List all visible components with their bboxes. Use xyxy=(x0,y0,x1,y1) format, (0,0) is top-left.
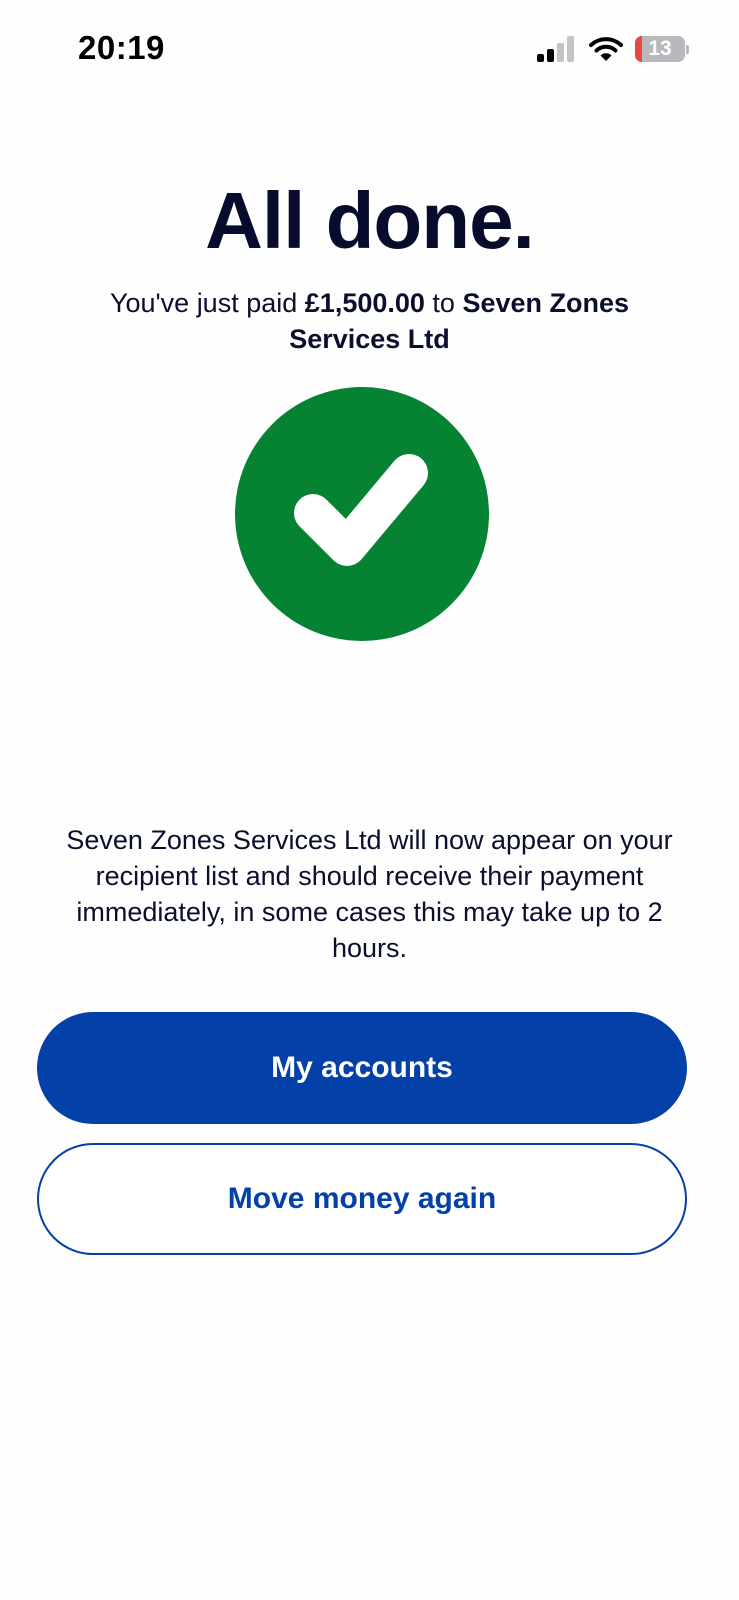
cellular-signal-icon xyxy=(537,36,574,62)
check-icon xyxy=(294,454,428,566)
paid-prefix: You've just paid xyxy=(109,288,298,318)
status-bar: 20:19 13 xyxy=(0,0,739,100)
wifi-icon xyxy=(589,37,623,61)
payment-confirmation-screen: 20:19 13 All done. You've just paid £1,5… xyxy=(0,0,739,1600)
status-icons: 13 xyxy=(537,34,689,64)
status-time: 20:19 xyxy=(78,29,165,66)
move-money-again-button[interactable]: Move money again xyxy=(37,1143,687,1255)
battery-icon: 13 xyxy=(635,35,689,63)
success-badge xyxy=(235,387,489,641)
payment-summary: You've just paid £1,500.00 to Seven Zone… xyxy=(70,285,669,357)
page-title: All done. xyxy=(205,176,535,265)
recipient-info-text: Seven Zones Services Ltd will now appear… xyxy=(66,825,673,963)
battery-level: 13 xyxy=(648,37,672,60)
battery-nub xyxy=(686,44,689,54)
my-accounts-button[interactable]: My accounts xyxy=(37,1012,687,1124)
payment-amount: £1,500.00 xyxy=(304,288,425,318)
battery-body: 13 xyxy=(635,36,685,62)
paid-connector: to xyxy=(432,288,455,318)
